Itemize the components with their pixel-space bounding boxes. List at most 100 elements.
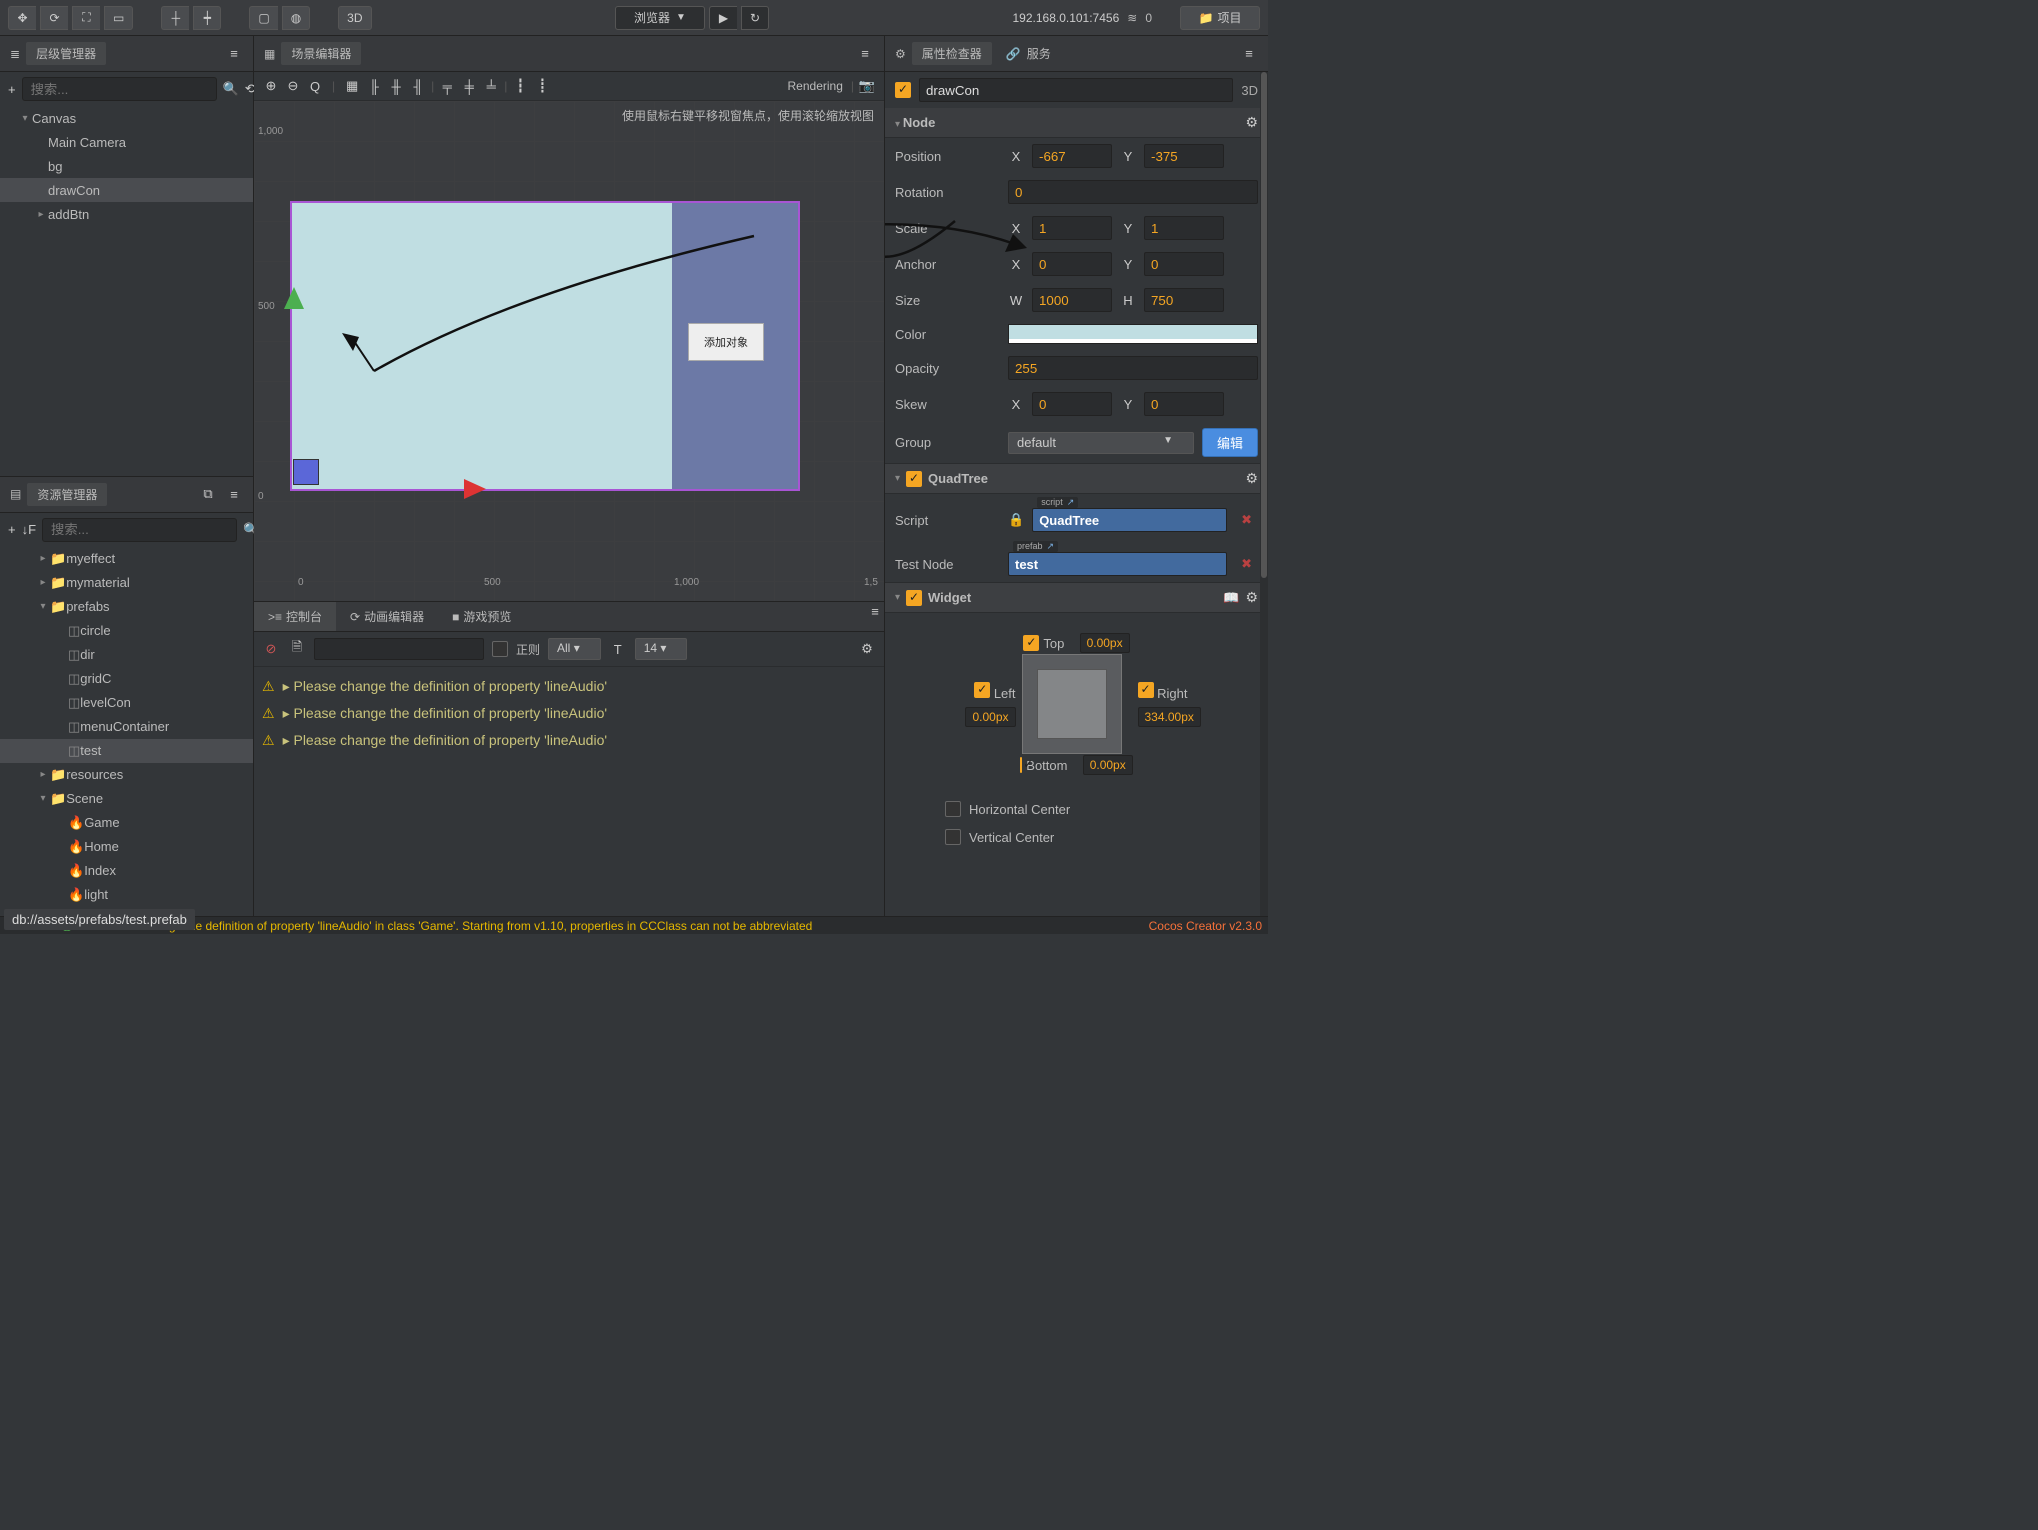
assets-title[interactable]: 资源管理器: [27, 483, 107, 506]
widget-book-icon[interactable]: 📖: [1223, 590, 1239, 606]
hierarchy-node-canvas[interactable]: ▾Canvas: [0, 106, 253, 130]
anchor-handle[interactable]: [293, 459, 319, 485]
y-axis-arrow-icon[interactable]: [284, 287, 304, 309]
panel-menu-icon[interactable]: ≡: [225, 45, 243, 63]
dist1-icon[interactable]: ┇: [511, 77, 529, 95]
top-value[interactable]: 0.00px: [1080, 633, 1130, 653]
project-button[interactable]: 📁 项目: [1180, 6, 1260, 30]
rect-tool-button[interactable]: ▭: [104, 6, 133, 30]
anchor-tool-button[interactable]: ┼: [161, 6, 189, 30]
align1-icon[interactable]: ╟: [365, 77, 383, 95]
hierarchy-node-drawcon[interactable]: drawCon: [0, 178, 253, 202]
log-row[interactable]: ⚠▸ Please change the definition of prope…: [260, 727, 878, 754]
widget-settings-icon[interactable]: ⚙: [1245, 589, 1258, 606]
remove-script-button[interactable]: ✖: [1235, 512, 1258, 528]
group-dropdown[interactable]: default ▼: [1008, 432, 1194, 454]
skew-x-input[interactable]: [1032, 392, 1112, 416]
section-widget[interactable]: ▾ Widget 📖 ⚙: [885, 582, 1268, 613]
left-checkbox[interactable]: [974, 682, 990, 698]
log-row[interactable]: ⚠▸ Please change the definition of prope…: [260, 700, 878, 727]
add-node-button[interactable]: +: [8, 80, 16, 98]
anchor-y-input[interactable]: [1144, 252, 1224, 276]
size-w-input[interactable]: [1032, 288, 1112, 312]
color-input[interactable]: [1008, 324, 1258, 344]
script-reference[interactable]: script↗QuadTree: [1032, 508, 1227, 532]
hierarchy-search-input[interactable]: [22, 77, 217, 101]
search-icon[interactable]: 🔍: [223, 80, 239, 98]
align6-icon[interactable]: ╧: [482, 77, 500, 95]
align5-icon[interactable]: ╪: [460, 77, 478, 95]
tab-preview[interactable]: ■游戏预览: [438, 602, 525, 631]
regex-checkbox[interactable]: [492, 641, 508, 657]
remove-prefab-button[interactable]: ✖: [1235, 556, 1258, 572]
add-asset-button[interactable]: +: [8, 521, 16, 539]
log-row[interactable]: ⚠▸ Please change the definition of prope…: [260, 673, 878, 700]
hierarchy-node-camera[interactable]: Main Camera: [0, 130, 253, 154]
refresh-tool-button[interactable]: ⟳: [40, 6, 68, 30]
zoom-out-icon[interactable]: ⊖: [284, 77, 302, 95]
assets-search-input[interactable]: [42, 518, 237, 542]
asset-item-dir[interactable]: ◫ dir: [0, 643, 253, 667]
local-button[interactable]: ▢: [249, 6, 277, 30]
anchor-x-input[interactable]: [1032, 252, 1112, 276]
asset-item-myeffect[interactable]: ▸ 📁 myeffect: [0, 547, 253, 571]
rotation-input[interactable]: [1008, 180, 1258, 204]
scene-menu-icon[interactable]: ≡: [856, 45, 874, 63]
hierarchy-node-bg[interactable]: bg: [0, 154, 253, 178]
asset-item-prefabs[interactable]: ▾ 📁 prefabs: [0, 595, 253, 619]
expand-tool-button[interactable]: ⛶: [72, 6, 100, 30]
align2-icon[interactable]: ╫: [387, 77, 405, 95]
hierarchy-title[interactable]: 层级管理器: [26, 42, 106, 65]
align3-icon[interactable]: ╢: [409, 77, 427, 95]
node-settings-icon[interactable]: ⚙: [1245, 114, 1258, 131]
fontsize-dropdown[interactable]: 14 ▾: [635, 638, 688, 660]
grid-icon[interactable]: ▦: [343, 77, 361, 95]
console-settings-icon[interactable]: ⚙: [858, 640, 876, 658]
asset-item-scene[interactable]: ▾ 📁 Scene: [0, 787, 253, 811]
move-tool-button[interactable]: ✥: [8, 6, 36, 30]
skew-y-input[interactable]: [1144, 392, 1224, 416]
asset-item-light[interactable]: 🔥 light: [0, 883, 253, 907]
quadtree-active-checkbox[interactable]: [906, 471, 922, 487]
scale-y-input[interactable]: [1144, 216, 1224, 240]
scene-viewport[interactable]: 使用鼠标右键平移视窗焦点，使用滚轮缩放视图 1,000 500 0 添加对象 0…: [254, 101, 884, 601]
node-name-input[interactable]: [919, 78, 1233, 102]
console-filter-input[interactable]: [314, 638, 484, 660]
zoom-fit-icon[interactable]: Q: [306, 77, 324, 95]
tab-services[interactable]: 服务: [1027, 45, 1051, 62]
assets-popout-icon[interactable]: ⧉: [199, 485, 217, 503]
asset-item-index[interactable]: 🔥 Index: [0, 859, 253, 883]
world-button[interactable]: ◍: [282, 6, 310, 30]
asset-item-levelcon[interactable]: ◫ levelCon: [0, 691, 253, 715]
edit-group-button[interactable]: 编辑: [1202, 428, 1258, 457]
tab-console[interactable]: >≡控制台: [254, 602, 336, 631]
inspector-menu-icon[interactable]: ≡: [1240, 45, 1258, 63]
asset-item-gridc[interactable]: ◫ gridC: [0, 667, 253, 691]
hierarchy-node-addbtn[interactable]: ▸addBtn: [0, 202, 253, 226]
quadtree-settings-icon[interactable]: ⚙: [1245, 470, 1258, 487]
asset-item-circle[interactable]: ◫ circle: [0, 619, 253, 643]
console-menu-icon[interactable]: ≡: [866, 602, 884, 620]
reload-button[interactable]: ↻: [741, 6, 769, 30]
vc-checkbox[interactable]: [945, 829, 961, 845]
asset-item-menucontainer[interactable]: ◫ menuContainer: [0, 715, 253, 739]
widget-active-checkbox[interactable]: [906, 590, 922, 606]
pivot-tool-button[interactable]: ┿: [193, 6, 221, 30]
right-checkbox[interactable]: [1138, 682, 1154, 698]
top-checkbox[interactable]: [1023, 635, 1039, 651]
right-value[interactable]: 334.00px: [1138, 707, 1201, 727]
align4-icon[interactable]: ╤: [438, 77, 456, 95]
opacity-input[interactable]: [1008, 356, 1258, 380]
scale-x-input[interactable]: [1032, 216, 1112, 240]
assets-menu-icon[interactable]: ≡: [225, 485, 243, 503]
console-file-icon[interactable]: 🗎: [288, 640, 306, 658]
play-button[interactable]: ▶: [709, 6, 737, 30]
position-x-input[interactable]: [1032, 144, 1112, 168]
asset-item-test[interactable]: ◫ test: [0, 739, 253, 763]
tab-inspector[interactable]: 属性检查器: [912, 42, 992, 65]
left-value[interactable]: 0.00px: [965, 707, 1015, 727]
asset-item-resources[interactable]: ▸ 📁 resources: [0, 763, 253, 787]
tab-animation[interactable]: ⟳动画编辑器: [336, 602, 438, 631]
inspector-3d-button[interactable]: 3D: [1241, 83, 1258, 98]
asset-item-game[interactable]: 🔥 Game: [0, 811, 253, 835]
